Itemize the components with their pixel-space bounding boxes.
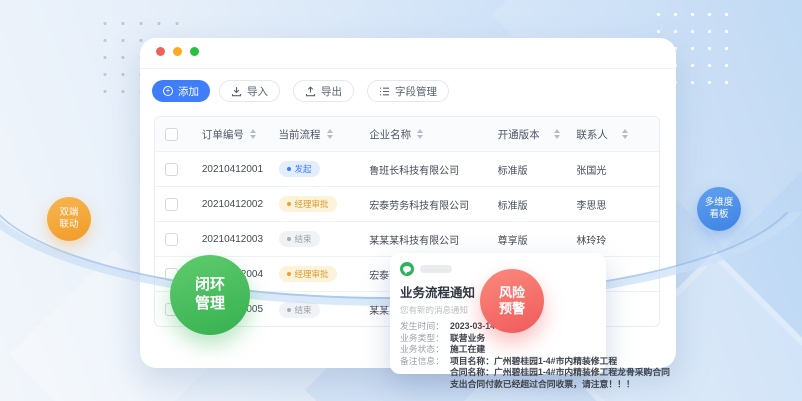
export-button-label: 导出 xyxy=(321,84,342,99)
company-cell: 某某某科技有限公司 xyxy=(356,232,484,247)
field-label: 业务状态： xyxy=(400,344,450,356)
add-button-label: 添加 xyxy=(178,84,199,99)
sort-control[interactable] xyxy=(622,129,628,139)
version-cell: 标准版 xyxy=(485,162,564,177)
process-status-badge: 经理审批 xyxy=(279,266,337,282)
version-cell: 尊享版 xyxy=(485,232,564,247)
field-label: 发生时间： xyxy=(400,321,450,333)
field-value: 项目名称：广州碧桂园1-4#市内精装修工程 xyxy=(450,356,617,368)
window-controls xyxy=(156,47,199,56)
select-all-checkbox[interactable] xyxy=(165,128,178,141)
company-cell: 鲁班长科技有限公司 xyxy=(356,162,484,177)
field-label: 备注信息： xyxy=(400,356,450,368)
list-settings-icon xyxy=(379,86,390,97)
plus-circle-icon: + xyxy=(163,86,173,96)
import-button-label: 导入 xyxy=(247,84,268,99)
column-header-version: 开通版本 xyxy=(498,127,540,142)
feature-badge-dual-link: 双端 联动 xyxy=(47,197,91,241)
column-header-process: 当前流程 xyxy=(279,127,321,142)
import-icon xyxy=(231,86,242,97)
maximize-window-dot[interactable] xyxy=(190,47,199,56)
contact-cell: 李思思 xyxy=(563,197,659,212)
sort-control[interactable] xyxy=(327,129,333,139)
sort-control[interactable] xyxy=(250,129,256,139)
export-button[interactable]: 导出 xyxy=(293,80,354,102)
sender-placeholder-bar xyxy=(420,265,452,273)
add-button[interactable]: + 添加 xyxy=(152,80,210,102)
column-header-contact: 联系人 xyxy=(576,127,608,142)
process-status-badge: 结束 xyxy=(279,302,320,318)
window-header-divider xyxy=(140,68,676,69)
order-number-cell: 20210412003 xyxy=(189,234,266,245)
wechat-icon xyxy=(400,262,414,276)
table-row[interactable]: 20210412003 结束 某某某科技有限公司 尊享版 林玲玲 xyxy=(155,222,659,257)
table-header-row: 订单编号 当前流程 企业名称 开通版本 联系人 xyxy=(155,117,659,152)
order-number-cell: 20210412002 xyxy=(189,199,266,210)
field-label xyxy=(400,367,450,379)
version-cell: 标准版 xyxy=(485,197,564,212)
feature-badge-risk-alert: 风险 预警 xyxy=(480,269,544,333)
contact-cell: 张国光 xyxy=(563,162,659,177)
field-value: 联营业务 xyxy=(450,333,485,345)
column-header-order: 订单编号 xyxy=(202,127,244,142)
order-number-cell: 20210412001 xyxy=(189,164,266,175)
row-checkbox[interactable] xyxy=(165,233,178,246)
table-toolbar: + 添加 导入 导出 字段管理 xyxy=(152,80,462,102)
process-status-badge: 经理审批 xyxy=(279,196,337,212)
close-window-dot[interactable] xyxy=(156,47,165,56)
field-value: 支出合同付款已经超过合同收票，请注意！！！ xyxy=(450,379,635,391)
field-value: 施工在建 xyxy=(450,344,485,356)
export-icon xyxy=(305,86,316,97)
table-row[interactable]: 20210412001 发起 鲁班长科技有限公司 标准版 张国光 xyxy=(155,152,659,187)
row-checkbox[interactable] xyxy=(165,198,178,211)
process-status-badge: 发起 xyxy=(279,161,320,177)
field-management-button[interactable]: 字段管理 xyxy=(367,80,449,102)
sort-control[interactable] xyxy=(554,129,560,139)
table-row[interactable]: 20210412002 经理审批 宏泰劳务科技有限公司 标准版 李思思 xyxy=(155,187,659,222)
field-label xyxy=(400,379,450,391)
field-value: 合同名称：广州碧桂园1-4#市内精装修工程龙骨采购合同 xyxy=(450,367,670,379)
company-cell: 宏泰劳务科技有限公司 xyxy=(356,197,484,212)
process-status-badge: 结束 xyxy=(279,231,320,247)
contact-cell: 林玲玲 xyxy=(563,232,659,247)
import-button[interactable]: 导入 xyxy=(219,80,280,102)
field-management-button-label: 字段管理 xyxy=(395,84,437,99)
notification-fields: 发生时间：2023-03-14 14:20 业务类型：联营业务 业务状态：施工在… xyxy=(400,321,596,391)
row-checkbox[interactable] xyxy=(165,163,178,176)
feature-badge-dashboard: 多维度 看板 xyxy=(697,187,741,231)
minimize-window-dot[interactable] xyxy=(173,47,182,56)
column-header-company: 企业名称 xyxy=(369,127,411,142)
sort-control[interactable] xyxy=(417,129,423,139)
field-label: 业务类型： xyxy=(400,333,450,345)
hero-illustration: + 添加 导入 导出 字段管理 xyxy=(0,0,802,401)
feature-badge-closed-loop: 闭环 管理 xyxy=(170,255,250,335)
